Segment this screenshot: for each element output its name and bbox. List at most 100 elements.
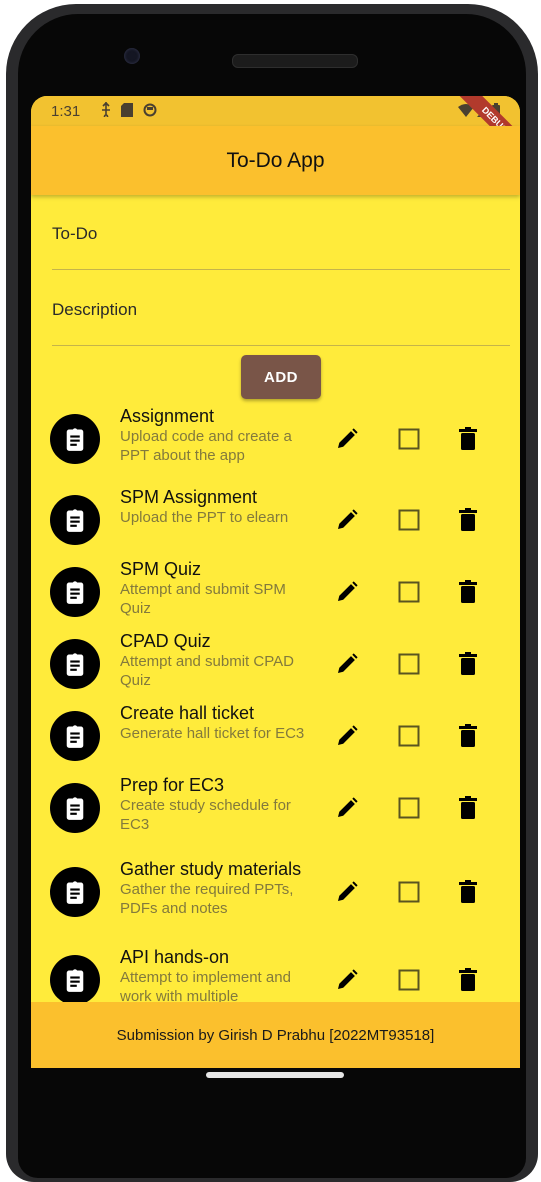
pencil-icon xyxy=(338,653,358,673)
delete-button[interactable] xyxy=(459,580,477,608)
pencil-icon xyxy=(338,428,358,448)
assignment-icon xyxy=(50,783,100,833)
complete-checkbox[interactable] xyxy=(398,653,420,680)
delete-button[interactable] xyxy=(459,880,477,908)
edit-button[interactable] xyxy=(336,969,358,996)
todo-row: Create hall ticket Generate hall ticket f… xyxy=(31,700,520,772)
edit-button[interactable] xyxy=(336,581,358,608)
checkbox-icon xyxy=(398,797,420,819)
trash-icon xyxy=(459,580,477,603)
todo-texts: Create hall ticket Generate hall ticket f… xyxy=(120,702,315,743)
todo-texts: SPM Quiz Attempt and submit SPM Quiz xyxy=(120,558,315,618)
status-bar: 1:31 DEBUG xyxy=(31,96,520,165)
complete-checkbox[interactable] xyxy=(398,581,420,608)
todo-title: SPM Assignment xyxy=(120,487,258,507)
checkbox-icon xyxy=(398,653,420,675)
todo-title: Assignment xyxy=(120,406,215,426)
todo-row: Prep for EC3 Create study schedule for EC… xyxy=(31,772,520,844)
checkbox-icon xyxy=(398,509,420,531)
delete-button[interactable] xyxy=(459,968,477,996)
description-input[interactable] xyxy=(52,275,510,345)
edit-button[interactable] xyxy=(336,509,358,536)
todo-title: Create hall ticket xyxy=(120,703,255,723)
pencil-icon xyxy=(338,881,358,901)
front-camera xyxy=(124,48,140,64)
checkbox-icon xyxy=(398,881,420,903)
delete-button[interactable] xyxy=(459,652,477,680)
pencil-icon xyxy=(338,797,358,817)
assignment-icon xyxy=(50,567,100,617)
checkbox-icon xyxy=(398,428,420,450)
edit-button[interactable] xyxy=(336,653,358,680)
status-icons-left xyxy=(101,102,157,117)
pencil-icon xyxy=(338,969,358,989)
trash-icon xyxy=(459,796,477,819)
todo-description: Attempt to implement and work with multi… xyxy=(120,969,291,1002)
trash-icon xyxy=(459,724,477,747)
checkbox-icon xyxy=(398,581,420,603)
todo-list[interactable]: Assignment Upload code and create a PPT a… xyxy=(31,406,520,1002)
todo-row: CPAD Quiz Attempt and submit CPAD Quiz xyxy=(31,628,520,700)
checkbox-icon xyxy=(398,969,420,991)
todo-description: Gather the required PPTs, PDFs and notes xyxy=(120,881,294,917)
delete-button[interactable] xyxy=(459,796,477,824)
todo-title: CPAD Quiz xyxy=(120,631,211,651)
edit-button[interactable] xyxy=(336,725,358,752)
todo-row: API hands-on Attempt to implement and wor… xyxy=(31,940,520,1002)
todo-row: SPM Assignment Upload the PPT to elearn xyxy=(31,484,520,556)
delete-button[interactable] xyxy=(459,724,477,752)
todo-description: Generate hall ticket for EC3 xyxy=(120,725,305,742)
complete-checkbox[interactable] xyxy=(398,969,420,996)
assignment-icon xyxy=(50,639,100,689)
delete-button[interactable] xyxy=(459,508,477,536)
todo-texts: Gather study materials Gather the require… xyxy=(120,858,315,918)
description-field xyxy=(52,275,510,346)
sync-icon xyxy=(143,103,157,116)
todo-input[interactable] xyxy=(52,199,510,269)
todo-texts: Assignment Upload code and create a PPT a… xyxy=(120,406,315,465)
todo-description: Upload code and create a PPT about the a… xyxy=(120,428,292,464)
delete-button[interactable] xyxy=(459,427,477,455)
edit-button[interactable] xyxy=(336,797,358,824)
assignment-icon xyxy=(50,867,100,917)
assignment-icon xyxy=(50,955,100,1002)
complete-checkbox[interactable] xyxy=(398,725,420,752)
complete-checkbox[interactable] xyxy=(398,881,420,908)
add-button[interactable]: ADD xyxy=(241,355,321,399)
edit-button[interactable] xyxy=(336,881,358,908)
trash-icon xyxy=(459,652,477,675)
assignment-icon xyxy=(50,414,100,464)
todo-description: Attempt and submit CPAD Quiz xyxy=(120,653,294,689)
edit-button[interactable] xyxy=(336,428,358,455)
app-title: To-Do App xyxy=(226,148,325,172)
todo-texts: API hands-on Attempt to implement and wor… xyxy=(120,946,315,1002)
todo-field xyxy=(52,199,510,270)
pencil-icon xyxy=(338,509,358,529)
footer-text: Submission by Girish D Prabhu [2022MT935… xyxy=(116,1026,435,1044)
app-screen: 1:31 DEBUG To-Do App ADD AssignmentUploa… xyxy=(31,96,520,1068)
todo-description: Upload the PPT to elearn xyxy=(120,509,289,526)
pencil-icon xyxy=(338,725,358,745)
trash-icon xyxy=(459,880,477,903)
home-indicator[interactable] xyxy=(206,1072,344,1078)
trash-icon xyxy=(459,427,477,450)
todo-title: SPM Quiz xyxy=(120,559,202,579)
complete-checkbox[interactable] xyxy=(398,797,420,824)
trash-icon xyxy=(459,508,477,531)
assignment-icon xyxy=(50,711,100,761)
usb-icon xyxy=(102,102,110,117)
todo-description: Create study schedule for EC3 xyxy=(120,797,291,833)
status-time: 1:31 xyxy=(51,103,81,120)
todo-texts: CPAD Quiz Attempt and submit CPAD Quiz xyxy=(120,630,315,690)
todo-title: Gather study materials xyxy=(120,859,302,879)
assignment-icon xyxy=(50,495,100,545)
footer: Submission by Girish D Prabhu [2022MT935… xyxy=(31,1002,520,1068)
todo-title: API hands-on xyxy=(120,947,230,967)
todo-row: SPM Quiz Attempt and submit SPM Quiz xyxy=(31,556,520,628)
complete-checkbox[interactable] xyxy=(398,509,420,536)
complete-checkbox[interactable] xyxy=(398,428,420,455)
todo-texts: SPM Assignment Upload the PPT to elearn xyxy=(120,486,315,527)
checkbox-icon xyxy=(398,725,420,747)
todo-row: Assignment Upload code and create a PPT a… xyxy=(31,406,520,484)
earpiece-speaker xyxy=(232,54,358,68)
